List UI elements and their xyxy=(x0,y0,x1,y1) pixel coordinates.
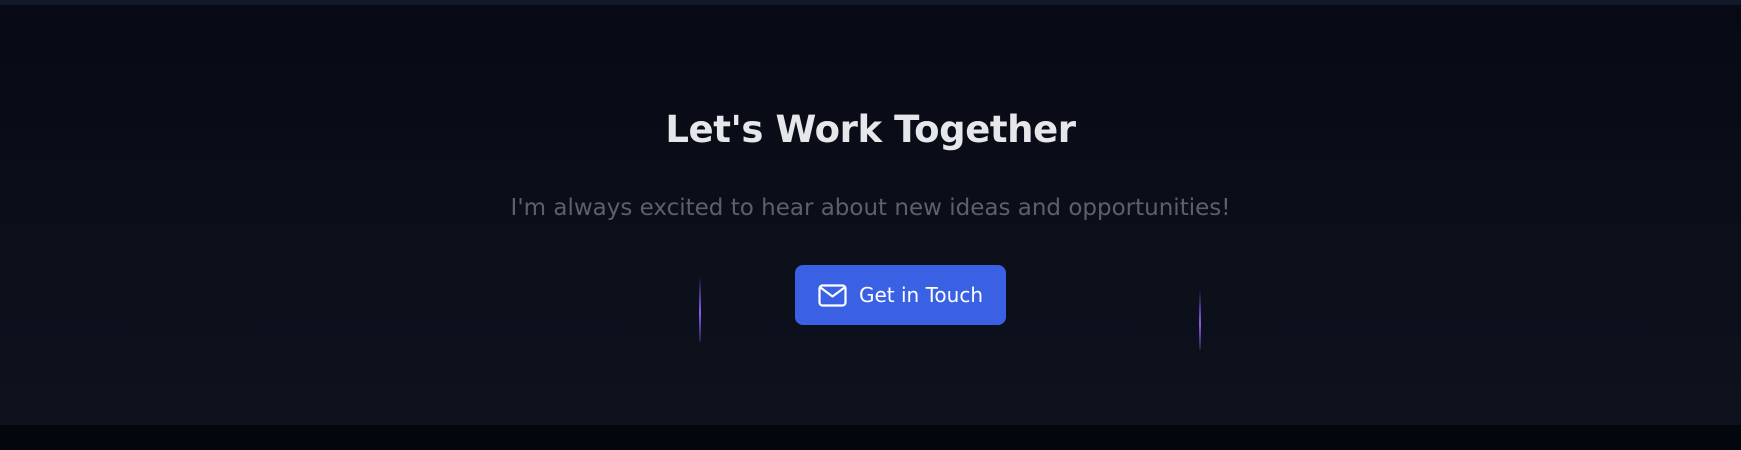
mail-icon xyxy=(818,283,847,307)
get-in-touch-button[interactable]: Get in Touch xyxy=(795,265,1006,325)
decorative-beam-left xyxy=(699,276,701,342)
page: Let's Work Together I'm always excited t… xyxy=(0,0,1741,450)
cta-title: Let's Work Together xyxy=(665,108,1076,151)
footer-edge xyxy=(0,425,1741,450)
get-in-touch-label: Get in Touch xyxy=(859,283,983,307)
cta-subtitle: I'm always excited to hear about new ide… xyxy=(510,195,1231,221)
decorative-beam-right xyxy=(1199,290,1201,350)
